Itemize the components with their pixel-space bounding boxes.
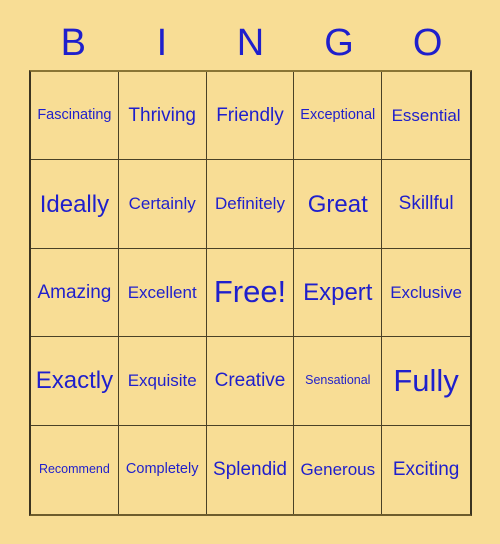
bingo-cell-label: Fascinating	[37, 107, 112, 124]
bingo-cell-label: Exactly	[35, 367, 114, 395]
bingo-cell[interactable]: Certainly	[118, 160, 207, 249]
bingo-cell-label: Definitely	[215, 194, 285, 214]
bingo-grid: Fascinating Thriving Friendly Exceptional Es…	[29, 70, 472, 516]
bingo-cell-label: Exclusive	[390, 282, 462, 302]
bingo-cell[interactable]: Essential	[382, 72, 470, 161]
bingo-cell-label: Exquisite	[127, 370, 197, 390]
bingo-cell[interactable]: Completely	[118, 425, 207, 514]
bingo-cell[interactable]: Exclusive	[382, 248, 470, 338]
bingo-cell[interactable]: Exciting	[382, 425, 470, 514]
bingo-cell[interactable]: Exactly	[31, 337, 119, 426]
bingo-cell-label: Amazing	[37, 281, 112, 303]
bingo-cell-label: Completely	[125, 461, 199, 478]
bingo-header-letter-o: O	[412, 22, 443, 64]
bingo-cell[interactable]: Great	[294, 160, 383, 249]
bingo-cell[interactable]: Definitely	[206, 160, 295, 249]
bingo-cell[interactable]: Thriving	[118, 72, 207, 161]
bingo-cell[interactable]: Fully	[382, 337, 470, 426]
bingo-cell[interactable]: Splendid	[206, 425, 295, 514]
bingo-cell-label: Essential	[391, 105, 461, 125]
bingo-cell-label: Excellent	[127, 282, 197, 302]
bingo-cell-label: Great	[307, 190, 368, 218]
bingo-cell-label: Generous	[300, 459, 376, 479]
bingo-header-letter-i: I	[156, 22, 168, 64]
bingo-cell[interactable]: Ideally	[31, 160, 119, 249]
bingo-cell[interactable]: Exceptional	[294, 72, 383, 161]
bingo-cell[interactable]: Sensational	[294, 337, 383, 426]
bingo-header-letter-b: B	[60, 22, 86, 64]
bingo-cell[interactable]: Expert	[294, 248, 383, 338]
bingo-cell-label: Splendid	[213, 458, 287, 480]
bingo-cell[interactable]: Recommend	[31, 425, 119, 514]
bingo-header-letter-g: G	[324, 22, 354, 64]
bingo-cell[interactable]: Amazing	[31, 248, 119, 338]
bingo-cell[interactable]: Generous	[294, 425, 383, 514]
bingo-header: BINGO	[29, 16, 472, 70]
bingo-cell[interactable]: Friendly	[206, 72, 295, 161]
bingo-cell-label: Exceptional	[300, 107, 376, 124]
bingo-card: B I N G O Fascinating Thriving Friendly Excepti…	[0, 0, 500, 544]
bingo-cell-label: Free!	[213, 274, 287, 310]
bingo-cell-label: Fully	[393, 362, 459, 398]
bingo-cell-label: Recommend	[38, 462, 110, 477]
bingo-cell-label: Skillful	[398, 193, 454, 215]
bingo-cell[interactable]: Creative	[206, 337, 295, 426]
bingo-cell[interactable]: Free!	[206, 248, 295, 338]
bingo-cell[interactable]: Skillful	[382, 160, 470, 249]
bingo-cell-label: Creative	[214, 369, 286, 391]
bingo-cell-label: Thriving	[128, 104, 196, 126]
bingo-cell-label: Sensational	[305, 373, 371, 388]
bingo-header-letter-n: N	[236, 22, 265, 64]
bingo-cell-label: Expert	[303, 278, 373, 306]
bingo-cell[interactable]: Fascinating	[31, 72, 119, 161]
bingo-cell-label: Certainly	[128, 194, 196, 214]
bingo-cell[interactable]: Exquisite	[118, 337, 207, 426]
bingo-cell[interactable]: Excellent	[118, 248, 207, 338]
bingo-cell-label: Ideally	[39, 190, 110, 218]
bingo-cell-label: Friendly	[216, 104, 284, 126]
bingo-cell-label: Exciting	[392, 458, 460, 480]
